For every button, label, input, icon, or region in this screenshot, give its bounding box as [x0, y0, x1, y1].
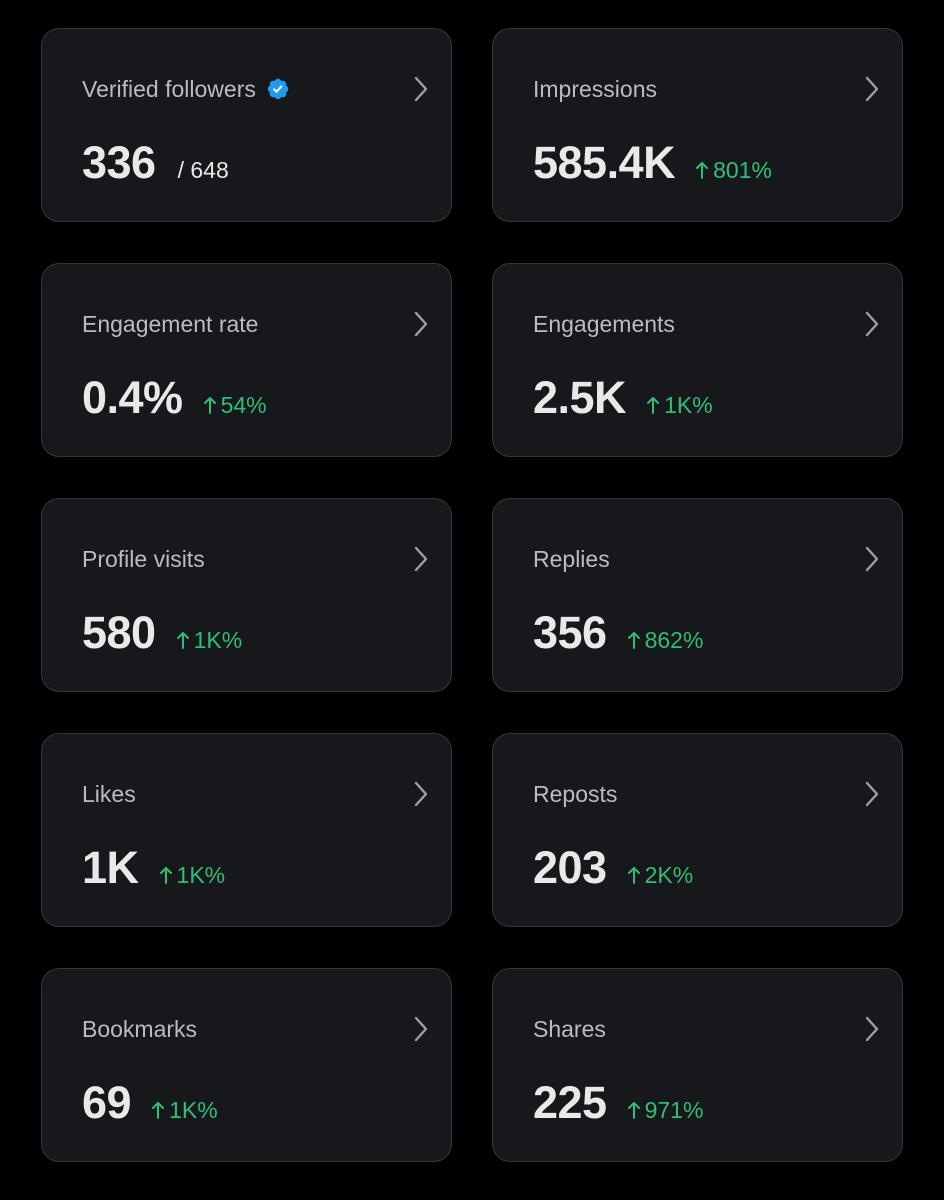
arrow-up-icon [627, 867, 640, 884]
chevron-right-icon [414, 76, 428, 102]
metric-row: 2.5K 1K% [533, 372, 713, 424]
metric-delta: 1K% [646, 392, 713, 419]
chevron-right-icon [414, 546, 428, 572]
metric-delta: 54% [203, 392, 267, 419]
chevron-right-icon [414, 781, 428, 807]
metric-delta-value: 971% [644, 1097, 704, 1123]
metric-value: 356 [533, 607, 607, 658]
metric-row: 69 1K% [82, 1077, 218, 1129]
chevron-right-icon [414, 1016, 428, 1042]
metric-title: Engagements [533, 309, 675, 339]
metric-value: 203 [533, 842, 607, 893]
metric-row: 0.4% 54% [82, 372, 267, 424]
arrow-up-icon [627, 632, 640, 649]
metric-title: Shares [533, 1014, 606, 1044]
metric-title-label: Bookmarks [82, 1016, 198, 1042]
arrow-up-icon [159, 867, 172, 884]
arrow-up-icon [176, 632, 189, 649]
metric-card-likes[interactable]: Likes 1K 1K% [41, 733, 452, 927]
metric-row: 580 1K% [82, 607, 242, 659]
metric-delta-value: 862% [644, 627, 704, 653]
metric-card-verified-followers[interactable]: Verified followers 336 / 648 [41, 28, 452, 222]
metric-delta: 2K% [627, 862, 694, 889]
metric-card-engagements[interactable]: Engagements 2.5K 1K% [492, 263, 903, 457]
metric-title-label: Likes [82, 781, 136, 807]
metric-value: 336 [82, 137, 156, 188]
metric-title: Verified followers [82, 74, 290, 104]
metric-card-impressions[interactable]: Impressions 585.4K 801% [492, 28, 903, 222]
metric-delta-value: 1K% [664, 392, 713, 418]
metric-card-reposts[interactable]: Reposts 203 2K% [492, 733, 903, 927]
arrow-up-icon [152, 1102, 165, 1119]
metric-title: Reposts [533, 779, 617, 809]
metric-delta: 1K% [176, 627, 243, 654]
metric-value: 225 [533, 1077, 607, 1128]
metric-card-shares[interactable]: Shares 225 971% [492, 968, 903, 1162]
chevron-right-icon [414, 311, 428, 337]
metric-title: Bookmarks [82, 1014, 197, 1044]
metric-delta-value: 54% [220, 392, 267, 418]
metric-delta-value: 1K% [169, 1097, 218, 1123]
arrow-up-icon [203, 397, 216, 414]
metric-row: 225 971% [533, 1077, 703, 1129]
metric-value: 69 [82, 1077, 132, 1128]
metric-value: 0.4% [82, 372, 183, 423]
metric-title: Engagement rate [82, 309, 258, 339]
metric-title-label: Shares [533, 1016, 606, 1042]
metric-delta-value: 801% [713, 157, 772, 183]
metric-title-label: Reposts [533, 781, 618, 807]
metric-title-label: Engagements [533, 311, 675, 337]
metric-value: 1K [82, 842, 139, 893]
chevron-right-icon [865, 781, 879, 807]
metric-total: / 648 [177, 157, 229, 183]
metric-delta: 1K% [159, 862, 226, 889]
metric-delta-value: 1K% [176, 862, 226, 888]
metric-card-bookmarks[interactable]: Bookmarks 69 1K% [41, 968, 452, 1162]
verified-badge-icon [267, 78, 289, 100]
analytics-metrics-grid: Verified followers 336 / 648 Impressions… [41, 28, 903, 1162]
chevron-right-icon [865, 311, 879, 337]
metric-delta: 971% [627, 1097, 704, 1124]
chevron-right-icon [865, 76, 879, 102]
arrow-up-icon [627, 1102, 640, 1119]
metric-card-profile-visits[interactable]: Profile visits 580 1K% [41, 498, 452, 692]
arrow-up-icon [647, 397, 660, 414]
metric-delta: 801% [695, 157, 772, 184]
arrow-up-icon [696, 162, 709, 179]
metric-title-label: Verified followers [82, 76, 256, 102]
metric-row: 356 862% [533, 607, 703, 659]
metric-delta: 1K% [151, 1097, 218, 1124]
metric-title-label: Impressions [533, 76, 657, 102]
metric-row: 1K 1K% [82, 842, 225, 894]
metric-value: 585.4K [533, 137, 676, 188]
chevron-right-icon [865, 1016, 879, 1042]
metric-card-engagement-rate[interactable]: Engagement rate 0.4% 54% [41, 263, 452, 457]
metric-delta: 862% [627, 627, 704, 654]
metric-title-label: Profile visits [82, 546, 205, 572]
metric-value: 580 [82, 607, 156, 658]
metric-delta-value: 2K% [644, 862, 694, 888]
metric-title: Replies [533, 544, 610, 574]
metric-title-label: Replies [533, 546, 610, 572]
chevron-right-icon [865, 546, 879, 572]
metric-title: Likes [82, 779, 136, 809]
metric-title: Profile visits [82, 544, 205, 574]
metric-title: Impressions [533, 74, 657, 104]
metric-value: 2.5K [533, 372, 627, 423]
metric-row: 585.4K 801% [533, 137, 772, 189]
metric-card-replies[interactable]: Replies 356 862% [492, 498, 903, 692]
metric-delta-value: 1K% [193, 627, 243, 653]
metric-title-label: Engagement rate [82, 311, 259, 337]
metric-row: 203 2K% [533, 842, 693, 894]
metric-row: 336 / 648 [82, 137, 229, 189]
